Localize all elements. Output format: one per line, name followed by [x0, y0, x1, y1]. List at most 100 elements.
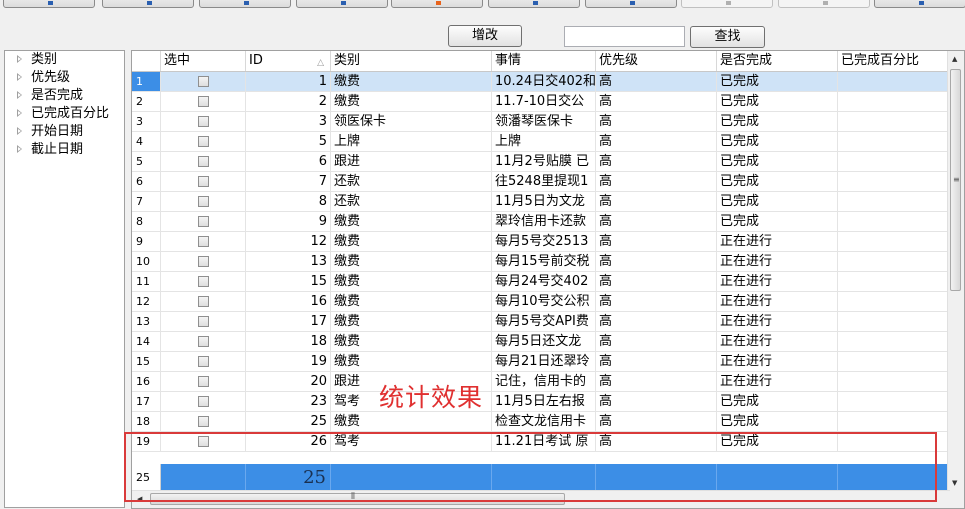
column-header[interactable]: 事情 [492, 51, 596, 71]
select-cell[interactable] [161, 152, 246, 172]
search-input[interactable] [564, 26, 685, 47]
table-row[interactable]: 9 12 缴费 每月5号交2513 高正在进行 [132, 232, 952, 252]
table-row[interactable]: 12 16 缴费 每月10号交公积高正在进行 [132, 292, 952, 312]
tree-node[interactable]: 开始日期 [5, 123, 124, 141]
first-record-button[interactable] [3, 0, 95, 8]
table-row[interactable]: 11 15 缴费 每月24号交402 高正在进行 [132, 272, 952, 292]
select-cell[interactable] [161, 412, 246, 432]
table-row[interactable]: 14 18 缴费 每月5日还文龙高正在进行 [132, 332, 952, 352]
select-cell[interactable] [161, 112, 246, 132]
table-row[interactable]: 2 2 缴费 11.7-10日交公高已完成 [132, 92, 952, 112]
table-row[interactable]: 17 23 驾考 11月5日左右报高已完成 [132, 392, 952, 412]
edit-button[interactable]: 增改 [448, 25, 522, 47]
select-cell[interactable] [161, 392, 246, 412]
row-select-checkbox[interactable] [198, 116, 209, 127]
tree-node[interactable]: 优先级 [5, 69, 124, 87]
row-select-checkbox[interactable] [198, 136, 209, 147]
row-select-checkbox[interactable] [198, 196, 209, 207]
tree-node[interactable]: 截止日期 [5, 141, 124, 159]
delete-record-button[interactable] [488, 0, 580, 8]
expand-arrow-icon[interactable] [17, 55, 22, 63]
column-header[interactable]: 优先级 [596, 51, 717, 71]
select-cell[interactable] [161, 292, 246, 312]
select-cell[interactable] [161, 372, 246, 392]
row-select-checkbox[interactable] [198, 296, 209, 307]
table-row[interactable]: 10 13 缴费 每月15号前交税高正在进行 [132, 252, 952, 272]
table-row[interactable]: 6 7 还款 往5248里提现1 高已完成 [132, 172, 952, 192]
expand-arrow-icon[interactable] [17, 109, 22, 117]
table-row[interactable]: 15 19 缴费 每月21日还翠玲高正在进行 [132, 352, 952, 372]
select-cell[interactable] [161, 212, 246, 232]
expand-arrow-icon[interactable] [17, 127, 22, 135]
save-button[interactable] [778, 0, 870, 8]
vertical-scroll-thumb[interactable]: ≡ [950, 69, 961, 291]
select-cell[interactable] [161, 232, 246, 252]
column-header[interactable]: 是否完成 [717, 51, 838, 71]
row-select-checkbox[interactable] [198, 276, 209, 287]
select-cell[interactable] [161, 132, 246, 152]
row-select-checkbox[interactable] [198, 96, 209, 107]
table-row[interactable]: 4 5 上牌 上牌高已完成 [132, 132, 952, 152]
search-button[interactable]: 查找 [690, 26, 765, 48]
undo-button[interactable] [681, 0, 773, 8]
row-select-checkbox[interactable] [198, 236, 209, 247]
select-cell[interactable] [161, 312, 246, 332]
select-cell[interactable] [161, 352, 246, 372]
vertical-scrollbar[interactable]: ▲ ≡ ▼ [947, 51, 964, 508]
column-header-label: 选中 [164, 53, 191, 68]
row-select-checkbox[interactable] [198, 336, 209, 347]
table-row[interactable]: 19 26 驾考 11.21日考试 原高已完成 [132, 432, 952, 452]
row-select-checkbox[interactable] [198, 396, 209, 407]
scroll-left-icon[interactable]: ◀ [137, 495, 142, 503]
row-select-checkbox[interactable] [198, 376, 209, 387]
expand-arrow-icon[interactable] [17, 145, 22, 153]
table-row[interactable]: 8 9 缴费 翠玲信用卡还款高已完成 [132, 212, 952, 232]
cell-priority: 高 [596, 332, 717, 352]
tree-node[interactable]: 类别 [5, 51, 124, 69]
column-header[interactable]: ID △ [246, 51, 331, 71]
refresh-button[interactable] [874, 0, 965, 8]
table-row[interactable]: 16 20 跟进 记住，信用卡的高正在进行 [132, 372, 952, 392]
insert-record-button[interactable] [391, 0, 483, 8]
tree-node[interactable]: 是否完成 [5, 87, 124, 105]
table-row[interactable]: 7 8 还款 11月5日为文龙高已完成 [132, 192, 952, 212]
scroll-up-icon[interactable]: ▲ [952, 55, 957, 63]
select-cell[interactable] [161, 172, 246, 192]
last-record-icon [341, 1, 346, 5]
row-select-checkbox[interactable] [198, 176, 209, 187]
select-cell[interactable] [161, 252, 246, 272]
select-cell[interactable] [161, 332, 246, 352]
last-record-button[interactable] [296, 0, 388, 8]
table-row[interactable]: 3 3 领医保卡 领潘琴医保卡高已完成 [132, 112, 952, 132]
row-select-checkbox[interactable] [198, 416, 209, 427]
table-row[interactable]: 5 6 跟进 11月2号贴膜 已高已完成 [132, 152, 952, 172]
row-select-checkbox[interactable] [198, 436, 209, 447]
row-select-checkbox[interactable] [198, 316, 209, 327]
select-cell[interactable] [161, 192, 246, 212]
column-header[interactable]: 类别 [331, 51, 492, 71]
table-row[interactable]: 18 25 缴费 检查文龙信用卡高已完成 [132, 412, 952, 432]
row-select-checkbox[interactable] [198, 216, 209, 227]
tree-node[interactable]: 已完成百分比 [5, 105, 124, 123]
row-select-checkbox[interactable] [198, 156, 209, 167]
table-row[interactable]: 1 1 缴费 10.24日交402和高已完成 [132, 72, 952, 92]
edit-record-button[interactable] [585, 0, 677, 8]
cell-id: 3 [246, 112, 331, 132]
select-cell[interactable] [161, 272, 246, 292]
column-header[interactable]: 选中 [161, 51, 246, 71]
select-cell[interactable] [161, 432, 246, 452]
column-header[interactable]: 已完成百分比 [838, 51, 952, 71]
horizontal-scroll-thumb[interactable]: ⦀ [150, 492, 565, 505]
scroll-down-icon[interactable]: ▼ [952, 479, 957, 487]
select-cell[interactable] [161, 72, 246, 92]
row-select-checkbox[interactable] [198, 356, 209, 367]
row-select-checkbox[interactable] [198, 76, 209, 87]
row-select-checkbox[interactable] [198, 256, 209, 267]
horizontal-scrollbar[interactable]: ◀ ⦀ [132, 490, 950, 508]
next-record-button[interactable] [199, 0, 291, 8]
expand-arrow-icon[interactable] [17, 73, 22, 81]
expand-arrow-icon[interactable] [17, 91, 22, 99]
previous-record-button[interactable] [102, 0, 194, 8]
select-cell[interactable] [161, 92, 246, 112]
table-row[interactable]: 13 17 缴费 每月5号交API费高正在进行 [132, 312, 952, 332]
